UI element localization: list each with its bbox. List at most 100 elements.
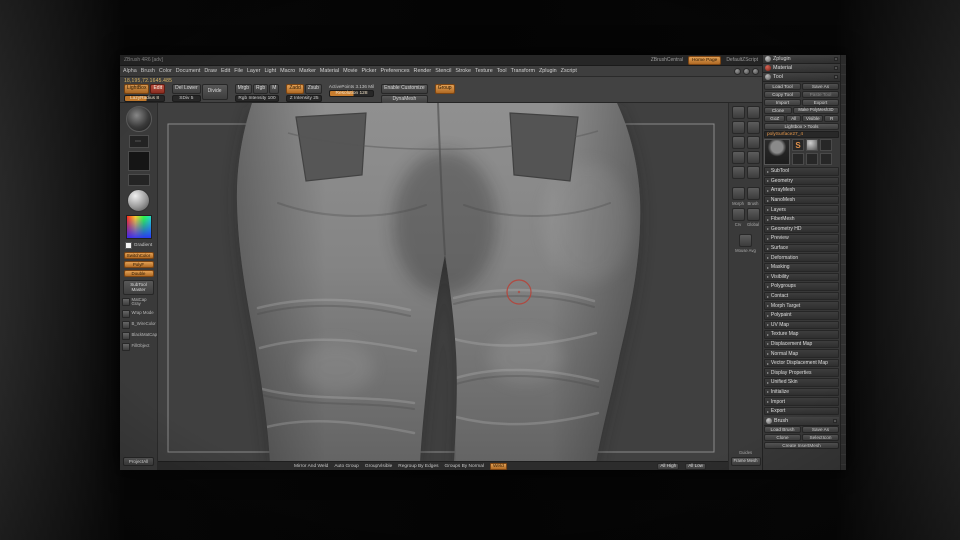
right-shelf-toggle[interactable]: Global bbox=[746, 208, 760, 227]
dock-icon[interactable] bbox=[834, 57, 838, 61]
subpalette-header[interactable]: ▸ Contact bbox=[764, 291, 839, 301]
zadd-button[interactable]: Zadd bbox=[286, 84, 304, 94]
save-as-button[interactable]: Save As bbox=[802, 83, 839, 90]
bottom-bar-button[interactable]: Auto Group bbox=[334, 464, 359, 469]
color-picker[interactable] bbox=[125, 215, 152, 239]
menu-item[interactable]: Marker bbox=[299, 68, 316, 74]
subpalette-header[interactable]: ▸ UV Map bbox=[764, 320, 839, 330]
menu-item[interactable]: Color bbox=[159, 68, 172, 74]
m-button[interactable]: M bbox=[269, 84, 280, 94]
subpalette-header[interactable]: ▸ Normal Map bbox=[764, 349, 839, 358]
clone-button[interactable]: Clone bbox=[764, 107, 792, 114]
subpalette-header[interactable]: ▸ Polygroups bbox=[764, 282, 839, 291]
alpha-selector-icon[interactable] bbox=[127, 151, 150, 171]
subpalette-header[interactable]: ▸ Display Properties bbox=[764, 368, 839, 378]
tool-thumbnail[interactable] bbox=[820, 139, 832, 151]
subpalette-header[interactable]: ▸ Visibility bbox=[764, 272, 839, 282]
load-tool-button[interactable]: Load Tool bbox=[764, 83, 801, 90]
left-shelf-toggle[interactable]: Double bbox=[123, 270, 154, 277]
projectall-button[interactable]: ProjectAll bbox=[123, 456, 154, 466]
dock-icon[interactable] bbox=[834, 66, 838, 70]
menu-item[interactable]: Draw bbox=[204, 68, 217, 74]
subpalette-header[interactable]: ▸ Import bbox=[764, 397, 839, 406]
bottom-bar-button[interactable]: Groups By Normal bbox=[445, 464, 484, 469]
tool-thumbnail[interactable] bbox=[806, 153, 818, 165]
zsub-button[interactable]: Zsub bbox=[304, 84, 322, 94]
main-color-swatch[interactable] bbox=[124, 242, 132, 249]
simplebrush-thumbnail[interactable]: S bbox=[792, 139, 804, 151]
subpalette-header[interactable]: ▸ Masking bbox=[764, 262, 839, 272]
menu-item[interactable]: Stroke bbox=[455, 68, 471, 74]
menu-item[interactable]: Edit bbox=[221, 68, 230, 74]
left-shelf-toggle[interactable]: PolyF bbox=[123, 261, 154, 268]
menu-item[interactable]: Light bbox=[264, 68, 276, 74]
note-icon[interactable] bbox=[752, 67, 759, 75]
aahalf-icon[interactable] bbox=[731, 136, 745, 149]
homepage-button[interactable]: Home Page bbox=[687, 55, 722, 65]
load-brush-button[interactable]: Load Brush bbox=[764, 426, 801, 434]
subpalette-header[interactable]: ▸ Layers bbox=[764, 205, 839, 214]
floor-icon[interactable] bbox=[731, 151, 745, 164]
guides-label[interactable]: Guides bbox=[739, 450, 752, 455]
bottom-bar-button[interactable]: Regroup By Edges bbox=[398, 464, 438, 469]
macro-button[interactable]: MatCap Gray bbox=[121, 297, 156, 307]
gradient-label[interactable]: Gradient bbox=[134, 243, 152, 248]
help-icon[interactable] bbox=[734, 67, 741, 75]
copy-tool-button[interactable]: Copy Tool bbox=[764, 91, 801, 98]
goz-button[interactable]: GoZ bbox=[764, 115, 786, 122]
menu-item[interactable]: Texture bbox=[475, 68, 493, 74]
macro-button[interactable]: B_WireColor bbox=[121, 320, 156, 329]
weld-toggle[interactable]: Weld bbox=[489, 462, 507, 470]
subpalette-header[interactable]: ▸ NanoMesh bbox=[764, 195, 839, 205]
subpalette-header[interactable]: ▸ SubTool bbox=[764, 167, 839, 176]
left-shelf-toggle[interactable]: SwitchColor bbox=[123, 252, 154, 259]
menu-item[interactable]: Material bbox=[320, 68, 339, 74]
actual-icon[interactable] bbox=[746, 121, 760, 134]
menu-item[interactable]: Layer bbox=[247, 68, 261, 74]
select-icon-button[interactable]: SelectIcon bbox=[802, 434, 839, 442]
export-button[interactable]: Export bbox=[802, 99, 839, 106]
subpalette-header[interactable]: ▸ Preview bbox=[764, 234, 839, 243]
menu-item[interactable]: File bbox=[234, 68, 243, 74]
bottom-bar-button[interactable]: Mirror And Weld bbox=[294, 464, 328, 469]
mrgb-button[interactable]: Mrgb bbox=[234, 84, 253, 94]
subpalette-header[interactable]: ▸ Deformation bbox=[764, 253, 839, 262]
subpalette-header[interactable]: ▸ Export bbox=[764, 406, 839, 416]
menu-item[interactable]: Picker bbox=[361, 68, 376, 74]
subpalette-header[interactable]: ▸ Morph Target bbox=[764, 301, 839, 310]
goz-all-button[interactable]: All bbox=[786, 115, 801, 122]
subpalette-header[interactable]: ▸ Vector Displacement Map bbox=[764, 358, 839, 368]
rgb-button[interactable]: Rgb bbox=[253, 84, 269, 94]
zbrushcentral-link[interactable]: ZBrushCentral bbox=[651, 57, 683, 63]
lightbox-button[interactable]: LightBox bbox=[124, 84, 150, 94]
divide-button[interactable]: Divide bbox=[201, 84, 228, 100]
persp-icon[interactable] bbox=[746, 136, 760, 149]
lazyradius-slider[interactable]: LazyRadius 8 bbox=[124, 94, 166, 102]
dock-icon[interactable] bbox=[834, 75, 838, 79]
subpalette-header[interactable]: ▸ Polypaint bbox=[764, 310, 839, 320]
tab-tool[interactable]: Tool bbox=[763, 73, 840, 82]
frame-icon[interactable] bbox=[746, 166, 760, 179]
macro-button[interactable]: BlackMatCap bbox=[121, 331, 157, 340]
create-insertmesh-button[interactable]: Create InsertMesh bbox=[764, 442, 839, 450]
z-intensity-slider[interactable]: Z Intensity 25 bbox=[286, 94, 322, 102]
menu-item[interactable]: Brush bbox=[141, 68, 155, 74]
tab-zplugin[interactable]: Zplugin bbox=[763, 55, 840, 64]
brush-clone-button[interactable]: Clone bbox=[764, 434, 801, 442]
group-button[interactable]: Group bbox=[434, 84, 455, 94]
make-polymesh3d-button[interactable]: Make PolyMesh3D bbox=[793, 107, 839, 114]
menu-item[interactable]: Render bbox=[414, 68, 432, 74]
goz-r-button[interactable]: R bbox=[824, 115, 839, 122]
edit-button[interactable]: Edit bbox=[150, 84, 166, 94]
lightbox-tools-button[interactable]: Lightbox > Tools bbox=[764, 123, 839, 130]
sdiv-slider[interactable]: SDiv 5 bbox=[172, 94, 201, 102]
stroke-selector-icon[interactable]: ⋯ bbox=[128, 135, 149, 148]
subpalette-header[interactable]: ▸ FiberMesh bbox=[764, 214, 839, 224]
all-high-button[interactable]: All High bbox=[657, 462, 680, 470]
tool-thumbnail[interactable] bbox=[792, 153, 804, 165]
sphere3d-thumbnail[interactable] bbox=[806, 139, 818, 151]
defaultzscript-button[interactable]: DefaultZScript bbox=[726, 57, 758, 63]
menu-item[interactable]: Stencil bbox=[435, 68, 451, 74]
brush-palette-header[interactable]: Brush bbox=[764, 417, 839, 427]
subpalette-header[interactable]: ▸ Unified Skin bbox=[764, 378, 839, 387]
